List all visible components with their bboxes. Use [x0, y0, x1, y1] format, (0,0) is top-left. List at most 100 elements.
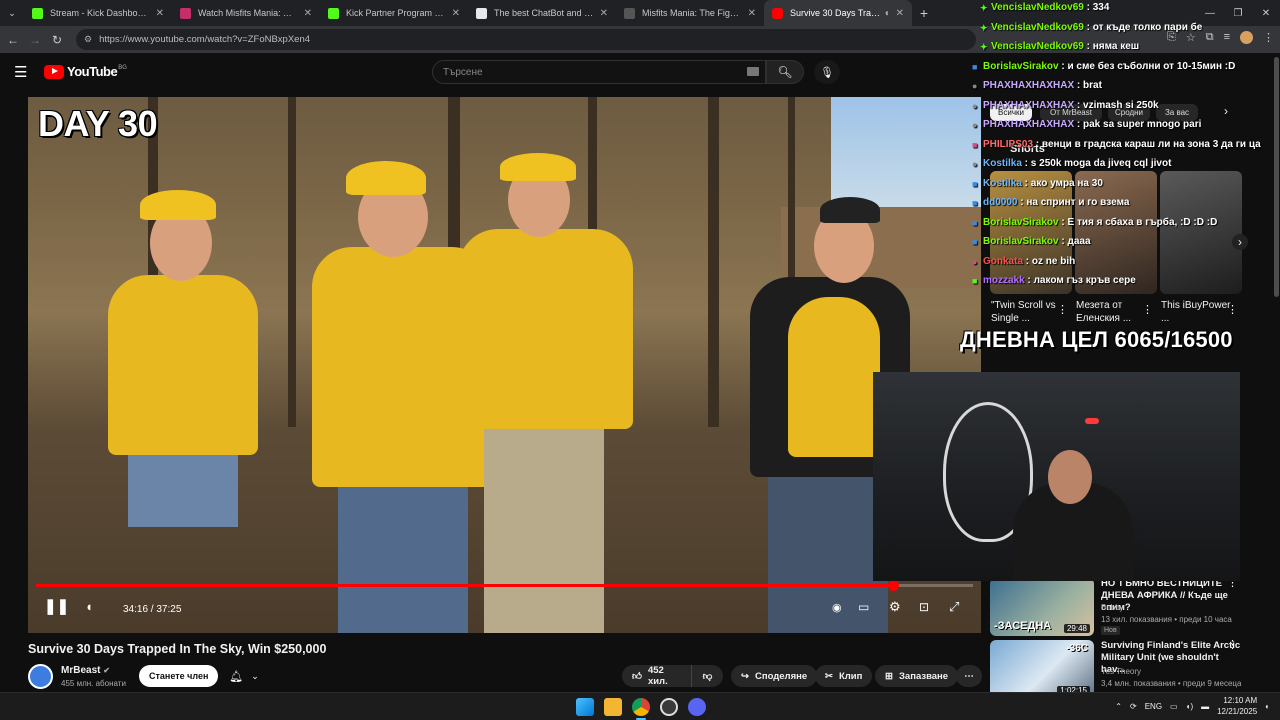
chat-username[interactable]: PHAXHAXHAXHAX [983, 119, 1074, 130]
close-icon[interactable]: ✕ [452, 8, 460, 19]
language-indicator[interactable]: ENG [1145, 702, 1162, 711]
scrollbar-thumb[interactable] [1274, 57, 1279, 297]
site-info-icon[interactable]: ⚙ [84, 34, 92, 45]
chat-username[interactable]: Gonkata [983, 256, 1023, 267]
browser-tab[interactable]: Kick Partner Program - Kick Das ✕ [320, 0, 468, 26]
subscribe-bell-button[interactable]: 🔔︎ ⌄ [222, 665, 266, 687]
chat-username[interactable]: VencislavNedkov69 [991, 22, 1084, 33]
more-options-icon[interactable]: ⋮ [1227, 638, 1238, 651]
channel-avatar[interactable] [28, 664, 53, 689]
close-icon[interactable]: ✕ [748, 8, 756, 19]
hamburger-menu-icon[interactable]: ☰ [14, 63, 27, 81]
windows-start-icon[interactable] [576, 698, 594, 716]
join-button[interactable]: Станете член [139, 665, 219, 687]
dislike-button[interactable]: 👎︎ [691, 665, 723, 687]
chat-separator: : [1033, 138, 1042, 150]
chat-username[interactable]: BorislavSirakov [983, 61, 1059, 72]
clock[interactable]: 12:10 AM 12/21/2025 [1217, 695, 1257, 717]
video-thumbnail[interactable]: -ЗАСЕДНА 29:48 [990, 578, 1094, 636]
audio-icon[interactable]: ◖ [884, 8, 890, 19]
chat-text: дааа [1067, 236, 1091, 247]
chat-text: oz ne bih [1031, 255, 1076, 267]
reload-icon[interactable]: ↻ [46, 33, 68, 47]
back-icon[interactable]: ← [2, 33, 24, 47]
youtube-logo[interactable]: YouTube BG [44, 64, 127, 79]
subtitles-icon[interactable]: ▭ [858, 600, 869, 614]
page-scrollbar[interactable] [1272, 53, 1280, 692]
progress-scrubber[interactable] [888, 580, 900, 591]
chat-username[interactable]: dd0000 [983, 197, 1017, 208]
pause-icon[interactable]: ❚❚ [44, 597, 69, 615]
chat-username[interactable]: PHILIPS03 [983, 139, 1033, 150]
desk-light [1085, 418, 1099, 424]
close-icon[interactable]: ✕ [896, 8, 904, 19]
chat-message: ■ BorislavSirakov : и сме без съболни от … [972, 61, 1235, 79]
sync-icon[interactable]: ⟳ [1130, 702, 1137, 711]
voice-search-button[interactable]: 🎙︎ [814, 60, 840, 84]
chat-separator: : [1024, 275, 1034, 286]
tab-title: Kick Partner Program - Kick Das [346, 8, 446, 18]
chat-username[interactable]: Kostilka [983, 158, 1022, 169]
chat-username[interactable]: mozzakk [983, 275, 1025, 286]
chevron-up-icon[interactable]: ⌃ [1115, 702, 1122, 711]
search-button[interactable]: 🔍︎ [766, 60, 804, 84]
keyboard-icon[interactable] [747, 67, 759, 76]
speaker-icon[interactable]: ◖) [1186, 702, 1194, 711]
like-button[interactable]: 👍︎ 452 хил. [622, 665, 691, 687]
miniplayer-icon[interactable]: ⊡ [919, 600, 929, 614]
more-actions-button[interactable]: ⋯ [956, 665, 982, 687]
chat-separator: : [1023, 255, 1032, 267]
battery-icon[interactable]: ▬ [1201, 702, 1209, 711]
channel-name[interactable]: MrBeast ✔ [61, 665, 110, 676]
chat-message: ■ BorislavSirakov : Е тия я сбаха в гърба… [972, 217, 1217, 235]
settings-icon[interactable]: ⚙ [889, 599, 901, 615]
close-icon[interactable]: ✕ [304, 8, 312, 19]
fullscreen-icon[interactable]: ⤢ [949, 599, 959, 615]
browser-tab-active[interactable]: Survive 30 Days Trapped In◖ ✕ [764, 0, 912, 26]
chat-username[interactable]: BorislavSirakov [983, 236, 1059, 247]
discord-icon[interactable] [688, 698, 706, 716]
save-button[interactable]: ⊞ Запазване [875, 665, 959, 687]
chat-username[interactable]: PHAXHAXHAXHAX [983, 100, 1074, 111]
chat-separator: : [1058, 236, 1068, 247]
volume-icon[interactable]: ◖ [85, 599, 93, 614]
browser-tab[interactable]: Watch Misfits Mania: Andrew Tate ✕ [172, 0, 320, 26]
search-input[interactable]: Търсене [432, 60, 766, 84]
tab-search-icon[interactable]: ⌄ [0, 0, 24, 26]
thumbnail-text: -36C [1066, 643, 1088, 654]
clip-button[interactable]: ✂ Клип [815, 665, 873, 687]
person-hoodie [108, 275, 258, 455]
autoplay-toggle-icon[interactable]: ◉ [832, 601, 842, 614]
browser-tab[interactable]: Stream - Kick Dashboard ✕ [24, 0, 172, 26]
new-tab-button[interactable]: + [912, 5, 936, 21]
short-title[interactable]: "Twin Scroll vs Single ... [991, 299, 1061, 325]
close-icon[interactable]: ✕ [156, 8, 164, 19]
chat-username[interactable]: Kostilka [983, 178, 1022, 189]
related-video-channel[interactable]: Bobby [1101, 603, 1124, 612]
obs-icon[interactable] [660, 698, 678, 716]
streamer-head [1048, 450, 1092, 504]
more-options-icon[interactable]: ⋮ [1227, 303, 1244, 316]
related-video-item[interactable]: -ЗАСЕДНА 29:48 НО ТЪМНО ВЕСТНИЦИТЕ ДНЕВА… [990, 577, 1252, 640]
notification-icon[interactable]: ◐ [1265, 702, 1270, 711]
progress-bar[interactable] [36, 580, 973, 591]
chat-username[interactable]: VencislavNedkov69 [991, 41, 1084, 52]
share-button[interactable]: ↪ Споделяне [731, 665, 818, 687]
forward-icon[interactable]: → [24, 33, 46, 47]
chat-separator: : [1083, 21, 1093, 33]
streamer-webcam-overlay [873, 372, 1240, 581]
video-player[interactable]: DAY 30 ❚❚ ◖ 34:16 / 37:25 ◉ ▭ ⚙ ⊡ ⤢ [28, 97, 981, 633]
network-icon[interactable]: ▭ [1170, 702, 1178, 711]
chat-badge-icon: ■ [972, 217, 978, 228]
video-thumbnail[interactable]: -36C 1:02:15 [990, 640, 1094, 698]
url-input[interactable]: ⚙ https://www.youtube.com/watch?v=ZFoNBx… [76, 29, 976, 50]
chrome-icon[interactable] [632, 698, 650, 716]
file-explorer-icon[interactable] [604, 698, 622, 716]
chat-username[interactable]: PHAXHAXHAXHAX [983, 80, 1074, 91]
browser-tab[interactable]: Misfits Mania: The Fight Before ✕ [616, 0, 764, 26]
chat-username[interactable]: VencislavNedkov69 [991, 2, 1084, 13]
related-video-channel[interactable]: Yes Theory [1101, 667, 1141, 676]
chat-username[interactable]: BorislavSirakov [983, 217, 1059, 228]
browser-tab[interactable]: The best ChatBot and Widgets ✕ [468, 0, 616, 26]
close-icon[interactable]: ✕ [600, 8, 608, 19]
